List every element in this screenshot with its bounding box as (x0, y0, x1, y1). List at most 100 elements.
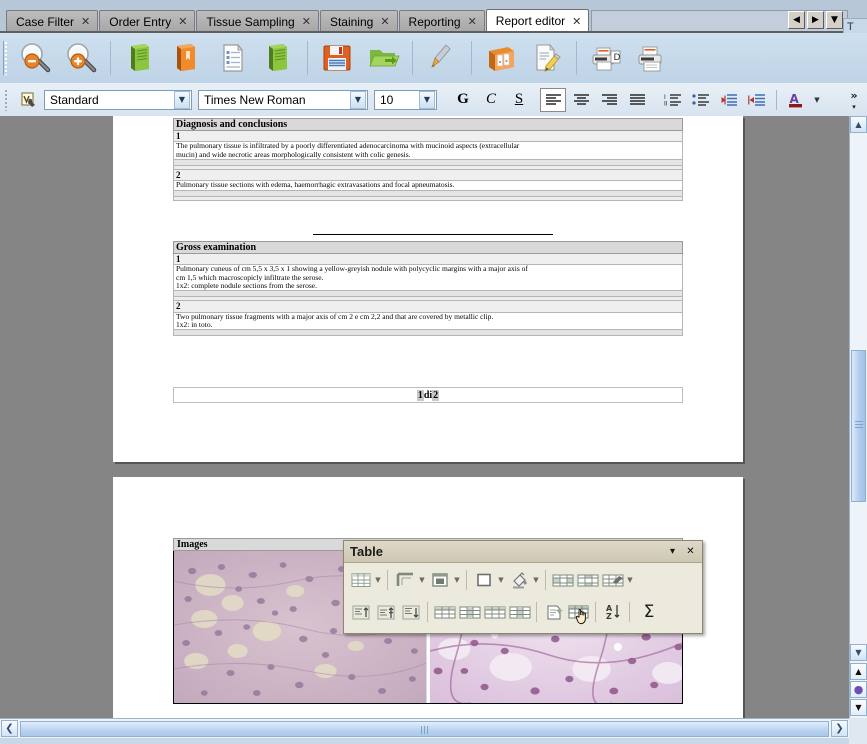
close-icon[interactable]: ✕ (684, 545, 697, 559)
align-center-vertical-icon[interactable] (373, 600, 398, 625)
tab-report-editor[interactable]: Report editor ✕ (485, 9, 590, 32)
edit-document-icon[interactable] (524, 35, 570, 81)
borders-icon[interactable] (471, 568, 496, 593)
save-floppy-icon[interactable] (314, 35, 360, 81)
vertical-scroll-thumb[interactable] (851, 350, 866, 502)
horizontal-scroll-thumb[interactable] (20, 720, 829, 737)
sum-icon[interactable]: Σ (634, 600, 664, 625)
scroll-up-button[interactable]: ▲ (850, 116, 867, 133)
print-preview-icon[interactable]: D (583, 35, 629, 81)
insert-table-icon[interactable] (348, 568, 373, 593)
table-toolbar[interactable]: Table ▾ ✕ ▼ ▼ ▼ ▼ ▼ ▼ A Z Σ (343, 540, 703, 634)
decrease-indent-button[interactable] (716, 88, 742, 112)
font-color-dropdown-icon[interactable]: ▼ (810, 96, 824, 104)
green-book-2-icon[interactable] (255, 35, 301, 81)
zoom-out-icon[interactable] (12, 35, 58, 81)
align-bottom-icon[interactable] (398, 600, 423, 625)
underline-button[interactable]: S (506, 88, 532, 112)
split-cells-icon[interactable] (575, 568, 600, 593)
align-top-icon[interactable] (348, 600, 373, 625)
bold-button[interactable]: G (450, 88, 476, 112)
green-book-icon[interactable] (117, 35, 163, 81)
chevron-down-icon[interactable]: ▼ (452, 569, 462, 591)
tab-list-icon[interactable]: ▼ (826, 11, 843, 29)
increase-indent-button[interactable] (744, 88, 770, 112)
align-right-button[interactable] (596, 88, 622, 112)
tab-next-icon[interactable]: ▶ (807, 11, 824, 29)
item-number: 1 (173, 130, 683, 143)
apply-style-icon[interactable] (14, 90, 44, 110)
tab-label: Case Filter (16, 14, 75, 29)
background-color-icon[interactable] (506, 568, 531, 593)
paragraph-style-select[interactable]: Standard ▼ (44, 89, 192, 110)
insert-row-icon[interactable] (432, 600, 457, 625)
table-toolbar-titlebar[interactable]: Table ▾ ✕ (344, 541, 702, 563)
align-center-button[interactable] (568, 88, 594, 112)
close-icon[interactable]: ✕ (81, 16, 90, 27)
font-size-select[interactable]: 10 ▼ (374, 89, 437, 110)
tab-tissue-sampling[interactable]: Tissue Sampling ✕ (196, 10, 319, 32)
close-icon[interactable]: ✕ (302, 16, 311, 27)
chevron-down-icon[interactable]: ▼ (417, 569, 427, 591)
toolbar-overflow-icon[interactable]: » (850, 89, 857, 102)
next-page-button[interactable]: ▼ (850, 699, 867, 716)
align-left-button[interactable] (540, 87, 566, 112)
toolbar-grip[interactable] (3, 41, 8, 75)
chevron-down-icon[interactable]: ▼ (350, 90, 366, 109)
unordered-list-button[interactable] (688, 88, 714, 112)
scroll-left-button[interactable]: ❮ (1, 720, 18, 737)
chevron-down-icon[interactable]: ▼ (625, 569, 635, 591)
chevron-down-icon[interactable]: ▼ (419, 90, 435, 109)
close-icon[interactable]: ✕ (380, 16, 389, 27)
format-toolbar-grip[interactable] (4, 88, 9, 111)
scroll-down-button[interactable]: ▼ (850, 644, 867, 661)
previous-page-button[interactable]: ▲ (850, 663, 867, 680)
print-icon[interactable] (629, 35, 675, 81)
tab-reporting[interactable]: Reporting ✕ (398, 10, 485, 32)
sort-icon[interactable]: A Z (600, 600, 625, 625)
tab-staining[interactable]: Staining ✕ (319, 10, 398, 32)
chevron-down-icon[interactable]: ▼ (531, 569, 541, 591)
page-number-footer[interactable]: 1 di 2 (173, 387, 683, 403)
toolbar-overflow-down-icon[interactable]: ▾ (852, 103, 856, 111)
document-canvas[interactable]: Diagnosis and conclusions 1 The pulmonar… (0, 116, 849, 718)
tab-prev-icon[interactable]: ◀ (788, 11, 805, 29)
gross-examination-table[interactable]: Gross examination 1 Pulmonary cuneus of … (173, 240, 683, 337)
font-color-button[interactable]: A (783, 88, 809, 112)
open-folder-icon[interactable] (360, 35, 406, 81)
delete-column-icon[interactable] (507, 600, 532, 625)
close-icon[interactable]: ✕ (178, 16, 187, 27)
chevron-down-icon[interactable]: ▼ (174, 90, 190, 109)
delete-row-icon[interactable] (482, 600, 507, 625)
tab-case-filter[interactable]: Case Filter ✕ (6, 10, 99, 32)
italic-button[interactable]: C (478, 88, 504, 112)
collapse-icon[interactable]: ▾ (666, 545, 679, 559)
align-justify-button[interactable] (624, 88, 650, 112)
vertical-scrollbar[interactable]: ▲ ▼ ▲ ● ▼ (849, 116, 867, 718)
close-icon[interactable]: ✕ (468, 16, 477, 27)
optimize-size-icon[interactable] (600, 568, 625, 593)
tab-order-entry[interactable]: Order Entry ✕ (99, 10, 196, 32)
horizontal-scrollbar[interactable]: ❮ ❯ (0, 718, 849, 738)
paintbrush-icon[interactable] (419, 35, 465, 81)
chevron-down-icon[interactable]: ▼ (373, 569, 383, 591)
autoformat-icon[interactable] (541, 600, 566, 625)
unordered-list-icon (692, 93, 709, 106)
zoom-in-icon[interactable] (58, 35, 104, 81)
close-icon[interactable]: ✕ (572, 16, 581, 27)
font-name-select[interactable]: Times New Roman ▼ (198, 89, 368, 110)
chevron-down-icon[interactable]: ▼ (496, 569, 506, 591)
diagnosis-table[interactable]: Diagnosis and conclusions 1 The pulmonar… (173, 117, 683, 201)
navigation-mode-button[interactable]: ● (850, 681, 867, 698)
line-color-icon[interactable] (427, 568, 452, 593)
merge-cells-icon[interactable] (550, 568, 575, 593)
insert-column-icon[interactable] (457, 600, 482, 625)
orange-book-icon[interactable] (163, 35, 209, 81)
document-list-icon[interactable] (209, 35, 255, 81)
line-style-icon[interactable] (392, 568, 417, 593)
scroll-right-button[interactable]: ❯ (831, 720, 848, 737)
svg-text:II: II (664, 100, 668, 107)
archive-box-icon[interactable] (478, 35, 524, 81)
ordered-list-button[interactable]: I II (660, 88, 686, 112)
table-properties-icon[interactable] (566, 600, 591, 625)
